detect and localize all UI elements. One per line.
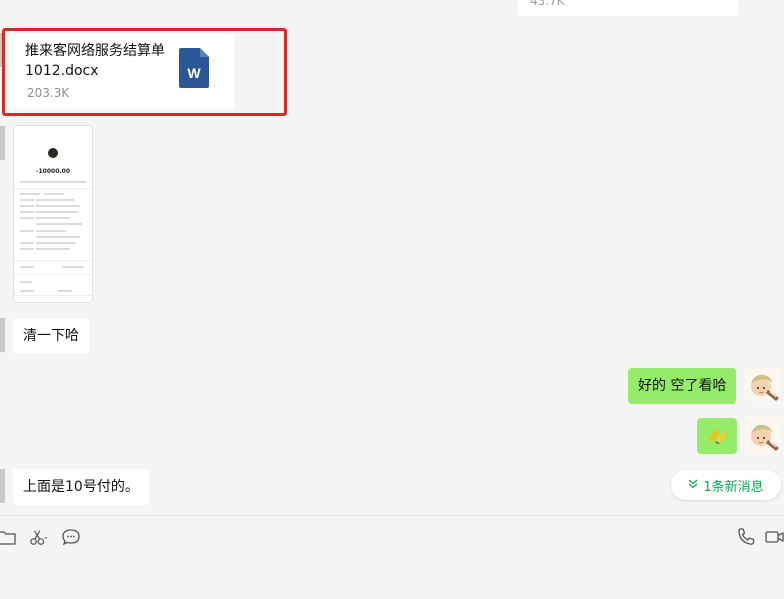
receipt-line [36,211,78,213]
receipt-amount: -10000.00 [36,168,70,175]
folder-icon[interactable] [0,527,16,547]
receipt-line [20,290,34,292]
receipt-line [20,199,34,201]
receipt-divider [14,274,92,275]
scissors-icon[interactable] [29,527,49,547]
my-avatar[interactable] [746,418,780,452]
message-text: 清一下哈 [23,328,79,344]
receipt-divider [14,188,92,189]
contact-avatar[interactable] [0,126,5,160]
message-bubble-sent-emoji[interactable] [697,418,737,454]
receipt-line [20,181,86,183]
receipt-line [36,236,80,238]
receipt-line [44,193,64,195]
receipt-line [20,281,32,283]
previous-file-size: 43.7K [530,0,565,8]
receipt-line [36,223,82,225]
my-avatar[interactable] [746,368,780,402]
message-text: 好的 空了看哈 [638,378,727,394]
message-bubble-sent[interactable]: 好的 空了看哈 [628,368,737,404]
new-messages-button[interactable]: 1条新消息 [671,470,781,500]
receipt-line [36,199,74,201]
chat-bubble-icon[interactable] [61,527,81,547]
receipt-line [36,242,76,244]
phone-icon[interactable] [736,527,756,547]
banana-emoji-icon [708,429,727,444]
receipt-line [20,211,34,213]
receipt-line [20,248,34,250]
receipt-divider [14,260,92,261]
payee-logo [48,148,58,158]
receipt-divider [14,295,92,296]
message-text: 上面是10号付的。 [23,479,139,495]
receipt-line [20,230,34,232]
new-messages-label: 1条新消息 [703,479,764,495]
contact-avatar[interactable] [0,318,5,352]
input-toolbar-separator [0,515,784,516]
receipt-line [36,230,66,232]
receipt-line [20,205,34,207]
message-bubble-received[interactable]: 清一下哈 [13,318,89,354]
receipt-line [20,193,40,195]
video-icon[interactable] [764,527,784,547]
contact-avatar[interactable] [0,469,5,503]
payment-receipt-image[interactable]: -10000.00 [13,125,93,303]
receipt-line [36,205,80,207]
baby-avatar-icon [746,418,780,452]
receipt-line [20,217,34,219]
receipt-line [20,266,34,268]
receipt-line [58,290,72,292]
file-highlight-box [2,28,287,116]
message-bubble-received[interactable]: 上面是10号付的。 [13,469,149,505]
receipt-line [62,266,84,268]
baby-avatar-icon [746,368,780,402]
receipt-line [20,242,34,244]
double-chevron-down-icon [688,479,698,492]
previous-file-bubble[interactable]: 43.7K [518,0,738,16]
receipt-line [36,217,70,219]
receipt-line [36,248,70,250]
